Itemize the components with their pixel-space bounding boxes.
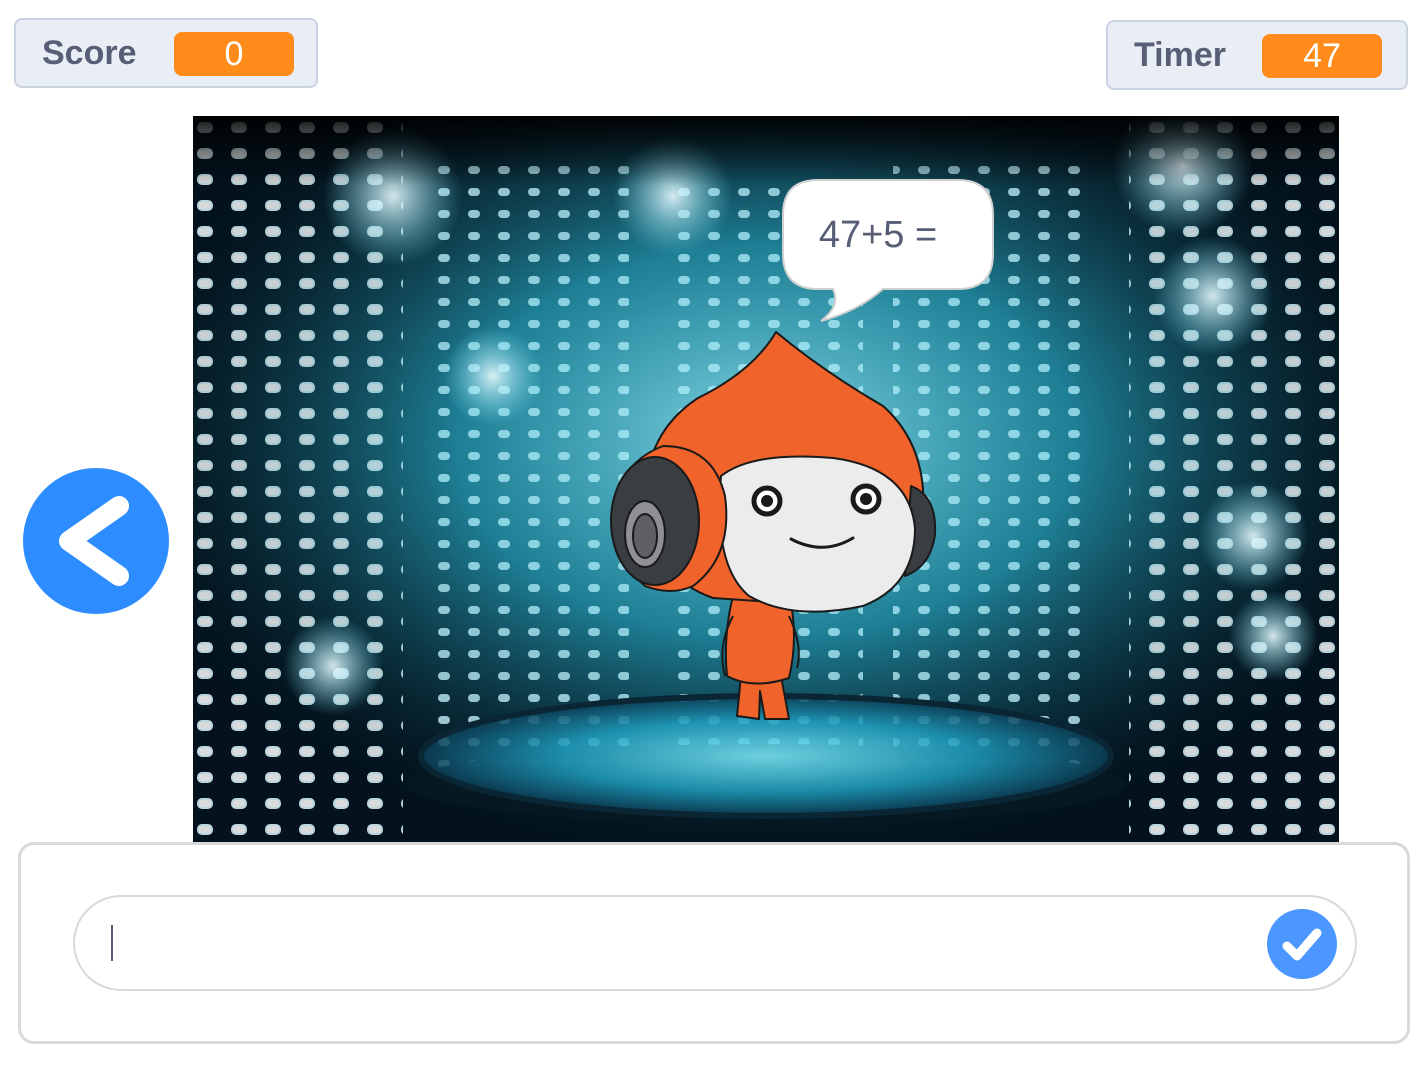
answer-panel [18,842,1410,1044]
answer-input[interactable] [109,917,1249,969]
score-value: 0 [174,32,294,76]
back-button[interactable] [23,468,169,614]
answer-field[interactable] [73,895,1357,991]
timer-monitor: Timer 47 [1106,20,1408,90]
score-label: Score [42,33,137,72]
game-page: Score 0 Timer 47 47+5 = [0,0,1424,1070]
check-icon [1282,928,1322,961]
game-stage[interactable]: 47+5 = [193,116,1339,842]
speech-bubble-text: 47+5 = [819,214,937,256]
chevron-left-icon [59,496,129,586]
score-monitor: Score 0 [14,18,318,88]
text-caret [111,925,113,961]
timer-value: 47 [1262,34,1382,78]
timer-label: Timer [1134,35,1226,74]
submit-button[interactable] [1267,909,1337,979]
